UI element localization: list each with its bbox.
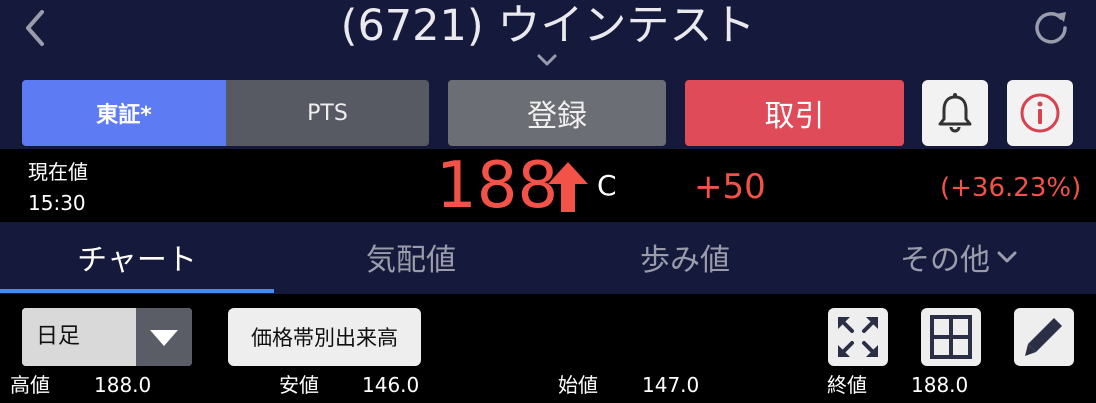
- current-price-label: 現在値: [28, 160, 88, 184]
- open-value: 147.0: [642, 373, 700, 397]
- market-tab-pts[interactable]: PTS: [226, 80, 429, 146]
- tab-board[interactable]: 気配値: [274, 222, 548, 292]
- market-tab-tse[interactable]: 東証*: [22, 80, 226, 146]
- period-select-value: 日足: [22, 308, 136, 366]
- info-button[interactable]: [1007, 80, 1073, 146]
- quote-time: 15:30: [28, 191, 86, 215]
- triangle-down-icon: [150, 330, 178, 346]
- period-select-arrow: [136, 308, 192, 366]
- close-value: 188.0: [911, 373, 969, 397]
- close-marker: C: [597, 169, 617, 202]
- pencil-icon: [1025, 318, 1062, 356]
- price-change: +50: [694, 167, 766, 207]
- refresh-button[interactable]: [1030, 6, 1072, 48]
- tab-other[interactable]: その他: [822, 222, 1096, 292]
- price-change-percent: (+36.23%): [940, 173, 1082, 203]
- info-icon: [1020, 93, 1060, 133]
- stock-title[interactable]: (6721) ウインテスト: [0, 0, 1096, 52]
- fullscreen-button[interactable]: [828, 308, 888, 366]
- low-label: 安値: [279, 373, 319, 397]
- tab-board-label: 気配値: [366, 243, 456, 278]
- active-tab-indicator: [0, 289, 274, 293]
- trade-button[interactable]: 取引: [685, 80, 904, 146]
- high-value: 188.0: [94, 373, 152, 397]
- low-value: 146.0: [362, 373, 420, 397]
- price-up-arrow-icon: [546, 160, 590, 214]
- tab-ticks[interactable]: 歩み値: [548, 222, 822, 292]
- tab-ticks-label: 歩み値: [640, 243, 730, 278]
- close-label: 終値: [827, 373, 867, 397]
- bell-icon: [938, 93, 972, 133]
- tab-other-label: その他: [900, 243, 990, 278]
- period-select[interactable]: 日足: [22, 308, 192, 366]
- high-label: 高値: [10, 373, 50, 397]
- expand-icon: [838, 317, 878, 357]
- layout-grid-button[interactable]: [921, 308, 981, 366]
- draw-button[interactable]: [1014, 308, 1074, 366]
- current-price: 188: [436, 149, 559, 223]
- tab-chart-label: チャート: [77, 243, 197, 278]
- volume-profile-button[interactable]: 価格帯別出来高: [228, 308, 421, 366]
- refresh-icon: [1035, 12, 1067, 44]
- chevron-down-icon: [537, 54, 557, 66]
- chevron-down-icon: [997, 251, 1017, 263]
- tab-chart[interactable]: チャート: [0, 222, 274, 292]
- register-button[interactable]: 登録: [448, 80, 666, 146]
- grid-icon: [930, 315, 972, 359]
- alert-button[interactable]: [922, 80, 988, 146]
- open-label: 始値: [558, 373, 598, 397]
- title-dropdown-caret[interactable]: [535, 52, 559, 68]
